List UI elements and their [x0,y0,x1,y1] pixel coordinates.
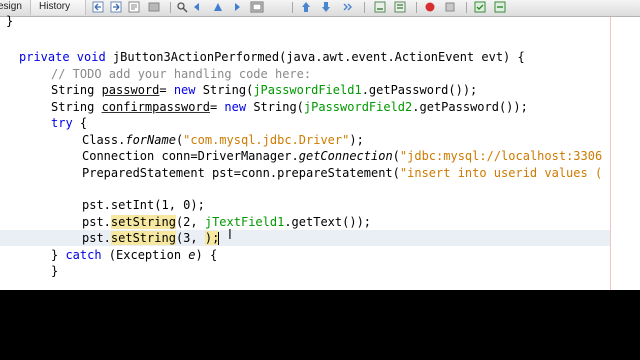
code-editor[interactable]: } private void jButton3ActionPerformed(j… [0,14,640,290]
record-macro-icon[interactable] [342,1,354,13]
code-line: pst.setString(2, jTextField1.getText()); [82,215,372,229]
editor-toolbar: esign History [0,0,640,17]
shift-right-icon[interactable] [320,1,332,13]
shift-left-icon[interactable] [300,1,312,13]
code-line-current: pst.setString(3, ); [82,231,220,245]
code-line: pst.setInt(1, 0); [82,198,205,212]
tab-history[interactable]: History [30,0,86,15]
code-line: Class.forName("com.mysql.jdbc.Driver"); [82,133,364,147]
forward-icon[interactable] [110,1,122,13]
record-circle-icon[interactable] [424,1,436,13]
find-prev-icon[interactable] [148,1,160,13]
toggle-bookmark-icon[interactable] [212,1,224,13]
prev-bookmark-icon[interactable] [230,1,242,13]
comment-icon[interactable] [394,1,406,13]
text-caret [218,232,219,245]
code-line: } catch (Exception e) { [51,248,218,262]
code-line: try { [51,116,88,130]
right-margin-line [610,17,611,290]
code-line: private void jButton3ActionPerformed(jav… [19,50,525,64]
find-next-icon[interactable] [176,1,188,13]
ibeam-cursor-icon: I [228,228,232,243]
code-line: PreparedStatement pst=conn.prepareStatem… [82,166,603,180]
toolbar-separator [466,2,467,13]
next-bookmark-icon[interactable] [250,1,264,13]
toolbar-separator [292,2,293,13]
stop-macro-icon[interactable] [374,1,386,13]
code-line: // TODO add your handling code here: [51,67,312,81]
apply-icon[interactable] [494,1,506,13]
code-line: Connection conn=DriverManager.getConnect… [82,149,603,163]
toolbar-separator [170,2,171,13]
back-icon[interactable] [92,1,104,13]
code-line: String password= new String(jPasswordFie… [51,83,478,97]
code-line: } [51,264,59,278]
toggle-highlight-icon[interactable] [192,1,204,13]
toolbar-separator [364,2,365,13]
code-line: } [6,14,14,28]
toolbar-separator [416,2,417,13]
ide-window: esign History} private void jButton3Act… [0,0,640,290]
code-line: String confirmpassword= new String(jPass… [51,100,528,114]
stop-square-icon[interactable] [444,1,456,13]
find-icon[interactable] [128,1,140,13]
uncomment-icon[interactable] [474,1,486,13]
